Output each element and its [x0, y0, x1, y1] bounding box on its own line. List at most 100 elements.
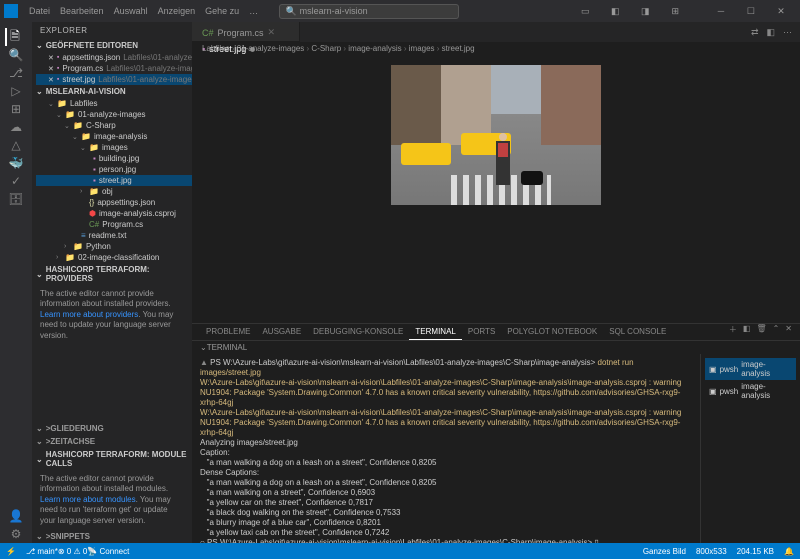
maximize-panel-icon[interactable]: ⌃ [773, 324, 780, 340]
breadcrumb-item[interactable]: 01-analyze-images [237, 44, 312, 53]
open-editor-item[interactable]: ✕▪Program.cs Labfiles\01-analyze-images\… [36, 63, 192, 74]
tf-modules-info: The active editor cannot provide informa… [32, 470, 192, 530]
customize-layout-icon[interactable]: ⊞ [660, 6, 690, 17]
folder-item[interactable]: ⌄📁 Labfiles [36, 98, 192, 109]
editor-tab[interactable]: C# Program.cs ✕ [192, 24, 300, 41]
breadcrumb-item[interactable]: image-analysis [348, 44, 408, 53]
maximize-button[interactable]: ☐ [736, 6, 766, 17]
modules-learn-link[interactable]: Learn more about modules [40, 495, 136, 504]
tf-providers-info: The active editor cannot provide informa… [32, 285, 192, 345]
split-terminal-icon[interactable]: ◧ [743, 324, 751, 340]
open-editor-item[interactable]: ✕▪appsettings.json Labfiles\01-analyze-i… [36, 52, 192, 63]
terminal-task[interactable]: ▣ pwsh image-analysis [705, 380, 796, 402]
folder-item[interactable]: ›📁 obj [36, 186, 192, 197]
compare-icon[interactable]: ⇄ [751, 27, 759, 38]
menu-bearbeiten[interactable]: Bearbeiten [55, 6, 109, 16]
azure-icon[interactable]: △ [7, 136, 25, 154]
panel-tab-terminal[interactable]: TERMINAL [409, 324, 461, 340]
editor-tabs: {} appsettings.json ✕C# Program.cs ✕▪ st… [192, 22, 800, 42]
activity-bar: 🗎🔍⎇▷⊞☁△🐳✓🗄 👤⚙ [0, 22, 32, 543]
folder-item[interactable]: ⌄📁 01-analyze-images [36, 109, 192, 120]
titlebar: DateiBearbeitenAuswahlAnzeigenGehe zu… 🔍… [0, 0, 800, 22]
file-item[interactable]: ▪ street.jpg [36, 175, 192, 186]
terminal-output[interactable]: ▲ PS W:\Azure-Labs\git\azure-ai-vision\m… [192, 354, 700, 543]
file-item[interactable]: ▪ building.jpg [36, 153, 192, 164]
file-item[interactable]: ▪ person.jpg [36, 164, 192, 175]
file-item[interactable]: ≡ readme.txt [36, 230, 192, 241]
panel-tab-debugging-konsole[interactable]: DEBUGGING-KONSOLE [307, 324, 409, 340]
image-preview[interactable] [192, 55, 800, 323]
outline-section[interactable]: > GLIEDERUNG [32, 422, 192, 435]
status-item[interactable]: 📡 Connect [87, 547, 129, 556]
command-center-search[interactable]: 🔍 mslearn-ai-vision [279, 4, 459, 19]
menu-gehe zu[interactable]: Gehe zu [200, 6, 244, 16]
test-icon[interactable]: ✓ [7, 172, 25, 190]
file-item[interactable]: ⬢ image-analysis.csproj [36, 208, 192, 219]
snippets-section[interactable]: > SNIPPETS [32, 530, 192, 543]
status-item[interactable]: 🔔 [784, 547, 794, 556]
tf-modules-section[interactable]: HASHICORP TERRAFORM: MODULE CALLS [32, 448, 192, 470]
close-button[interactable]: ✕ [766, 6, 796, 17]
terminal-task[interactable]: ▣ pwsh image-analysis [705, 358, 796, 380]
tf-providers-section[interactable]: HASHICORP TERRAFORM: PROVIDERS [32, 263, 192, 285]
folder-item[interactable]: ⌄📁 images [36, 142, 192, 153]
bottom-panel: PROBLEMEAUSGABEDEBUGGING-KONSOLETERMINAL… [192, 323, 800, 543]
toggle-panel-icon[interactable]: ▭ [570, 6, 600, 17]
add-terminal-icon[interactable]: ＋ [729, 324, 737, 340]
breadcrumb-item[interactable]: Labfiles [202, 44, 237, 53]
file-item[interactable]: C# Program.cs [36, 219, 192, 230]
open-editor-item[interactable]: ✕▪street.jpg Labfiles\01-analyze-images\… [36, 74, 192, 85]
panel-tab-ports[interactable]: PORTS [462, 324, 501, 340]
timeline-section[interactable]: > ZEITACHSE [32, 435, 192, 448]
panel-tab-ausgabe[interactable]: AUSGABE [256, 324, 307, 340]
search-icon: 🔍 [286, 6, 297, 17]
folder-item[interactable]: ⌄📁 C-Sharp [36, 120, 192, 131]
breadcrumb-item[interactable]: C-Sharp [311, 44, 348, 53]
street-image [391, 65, 601, 205]
folder-item[interactable]: ›📁 02-image-classification [36, 252, 192, 263]
folder-item[interactable]: ›📁 Python [36, 241, 192, 252]
extensions-icon[interactable]: ⊞ [7, 100, 25, 118]
panel-tab-sql console[interactable]: SQL CONSOLE [603, 324, 672, 340]
db-icon[interactable]: 🗄 [7, 190, 25, 208]
status-item[interactable]: Ganzes Bild [643, 547, 686, 556]
status-item[interactable]: ⊗ 0 ⚠ 0 [58, 547, 87, 556]
terminal-tasks: ▣ pwsh image-analysis▣ pwsh image-analys… [700, 354, 800, 543]
status-bar: ⚡ ⎇ main*⊗ 0 ⚠ 0📡 Connect Ganzes Bild 800… [0, 543, 800, 559]
docker-icon[interactable]: 🐳 [7, 154, 25, 172]
git-icon[interactable]: ⎇ [7, 64, 25, 82]
more-icon[interactable]: ⋯ [783, 27, 792, 38]
gear-icon[interactable]: ⚙ [7, 525, 25, 543]
debug-icon[interactable]: ▷ [7, 82, 25, 100]
workspace-section[interactable]: MSLEARN-AI-VISION [32, 85, 192, 98]
remote-icon[interactable]: ☁ [7, 118, 25, 136]
kill-terminal-icon[interactable]: 🗑 [756, 324, 766, 340]
search-icon[interactable]: 🔍 [7, 46, 25, 64]
panel-tabs: PROBLEMEAUSGABEDEBUGGING-KONSOLETERMINAL… [192, 324, 800, 341]
close-panel-icon[interactable]: ✕ [785, 324, 792, 340]
split-icon[interactable]: ◧ [766, 27, 775, 38]
toggle-secondary-icon[interactable]: ◨ [630, 6, 660, 17]
status-item[interactable]: 800x533 [696, 547, 727, 556]
files-icon[interactable]: 🗎 [5, 28, 23, 46]
open-editors-section[interactable]: GEÖFFNETE EDITOREN [32, 39, 192, 52]
file-item[interactable]: {} appsettings.json [36, 197, 192, 208]
breadcrumb-item[interactable]: street.jpg [442, 44, 475, 53]
status-item[interactable]: ⎇ main* [26, 547, 58, 556]
minimize-button[interactable]: ─ [706, 6, 736, 17]
breadcrumb[interactable]: Labfiles01-analyze-imagesC-Sharpimage-an… [192, 42, 800, 55]
folder-item[interactable]: ⌄📁 image-analysis [36, 131, 192, 142]
remote-indicator[interactable]: ⚡ [6, 547, 16, 556]
menu-datei[interactable]: Datei [24, 6, 55, 16]
toggle-sidebar-icon[interactable]: ◧ [600, 6, 630, 17]
breadcrumb-item[interactable]: images [409, 44, 442, 53]
status-item[interactable]: 204.15 KB [737, 547, 774, 556]
providers-learn-link[interactable]: Learn more about providers [40, 310, 138, 319]
menu-auswahl[interactable]: Auswahl [109, 6, 153, 16]
terminal-label: TERMINAL [207, 343, 247, 352]
panel-tab-polyglot notebook[interactable]: POLYGLOT NOTEBOOK [501, 324, 603, 340]
account-icon[interactable]: 👤 [7, 507, 25, 525]
menu-…[interactable]: … [244, 6, 263, 16]
panel-tab-probleme[interactable]: PROBLEME [200, 324, 256, 340]
menu-anzeigen[interactable]: Anzeigen [153, 6, 201, 16]
